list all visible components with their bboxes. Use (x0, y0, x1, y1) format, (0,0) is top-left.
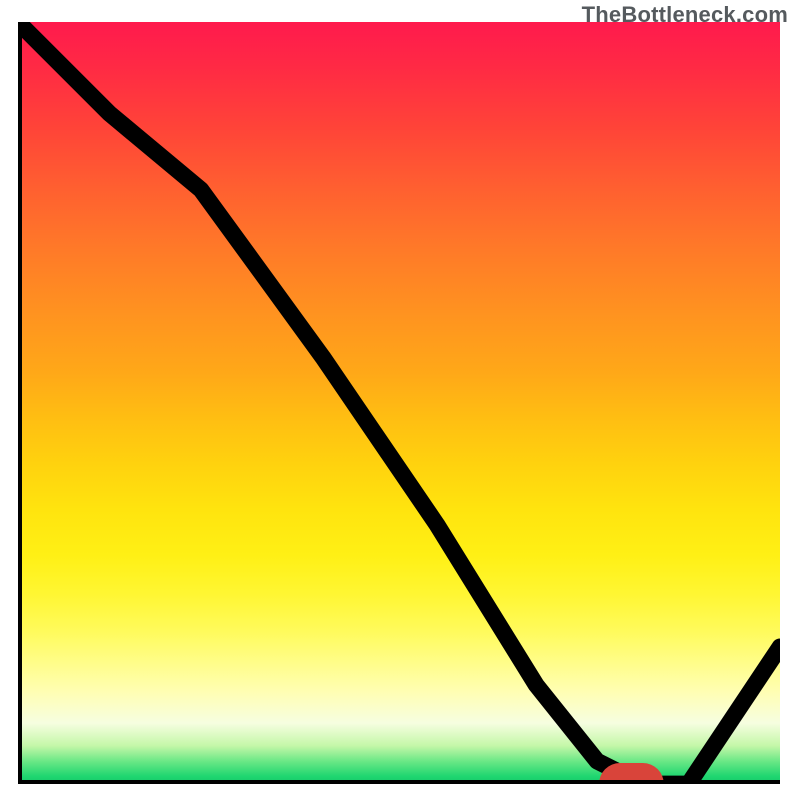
plot-area (18, 22, 780, 784)
chart-container: TheBottleneck.com (0, 0, 800, 800)
plot-square (18, 22, 780, 784)
marker-layer (18, 22, 780, 784)
watermark-text: TheBottleneck.com (582, 2, 788, 28)
